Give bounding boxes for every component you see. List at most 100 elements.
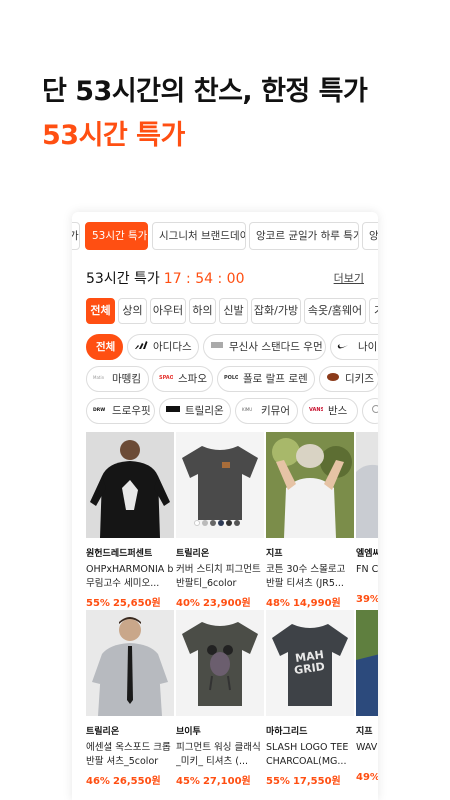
brand-chip-spao[interactable]: SPAO 스파오	[152, 366, 213, 392]
product-price: 48% 14,990원	[266, 594, 354, 609]
brand-chip-label: 전체	[96, 341, 116, 353]
product-card[interactable]: 트릴리온 에센셜 옥스포드 크롭 반팔 셔츠_5color 46% 26,550원	[86, 610, 174, 787]
countdown-timer: 17 : 54 : 00	[163, 271, 245, 287]
category-all[interactable]: 전체	[86, 298, 115, 324]
brand-chip-dickies[interactable]: 디키즈	[319, 366, 378, 392]
category-goods-bags[interactable]: 잡화/가방	[251, 298, 301, 324]
category-bottoms[interactable]: 하의	[189, 298, 216, 324]
product-name: SLASH LOGO TEE CHARCOAL(MG...	[266, 742, 349, 767]
product-name: OHPxHARMONIA b무림고수 세미오...	[86, 564, 174, 589]
svg-text:SPAO: SPAO	[159, 375, 173, 381]
brand-chip-kimuore[interactable]: KIMU 키뮤어	[235, 398, 298, 424]
product-discount: 40%	[176, 598, 200, 609]
product-sale-price: 14,990원	[292, 598, 341, 609]
brand-chip-all[interactable]: 전체	[86, 334, 123, 360]
product-brand: 엘엠씨	[356, 549, 378, 559]
product-name: FN C TEE	[356, 564, 378, 575]
vans-logo-icon: VANS	[309, 399, 325, 423]
brand-chip-label: 폴로 랄프 로렌	[243, 373, 308, 385]
event-tabs: 가 53시간 특가 시그니처 브랜드데이 앙코르 균일가 하루 특가 앙	[72, 222, 378, 250]
brand-chip-label: 마뗑킴	[112, 373, 141, 385]
product-name: WAV	[356, 742, 378, 753]
product-image[interactable]	[86, 610, 174, 716]
brand-chip-trillion[interactable]: 트릴리온	[159, 398, 231, 424]
category-underwear[interactable]: 속옷/홈웨어	[304, 298, 366, 324]
product-price: 46% 26,550원	[86, 772, 174, 787]
product-brand: 원헌드레드퍼센트	[86, 549, 153, 559]
swatch-navy[interactable]	[218, 520, 224, 526]
brand-logo-icon	[369, 399, 378, 423]
brand-chip-adidas[interactable]: 아디다스	[127, 334, 199, 360]
svg-text:KIMU: KIMU	[242, 407, 252, 412]
product-card[interactable]: 브이투 피그먼트 워싱 클래식 _미키_ 티셔츠 (... 45% 27,100원	[176, 610, 264, 787]
brand-chip-vans[interactable]: VANS 반스	[302, 398, 358, 424]
brand-chip-label: 아디다스	[153, 341, 192, 353]
swatch-dark[interactable]	[234, 520, 240, 526]
tab-next[interactable]: 앙	[362, 222, 378, 250]
product-name: 피그먼트 워싱 클래식 _미키_ 티셔츠 (...	[176, 742, 261, 767]
product-price: 39%	[356, 594, 378, 605]
tab-signature-brand-day[interactable]: 시그니처 브랜드데이	[152, 222, 246, 250]
category-more[interactable]: 기	[369, 298, 378, 324]
product-price: 45% 27,100원	[176, 772, 264, 787]
swatch-gray[interactable]	[202, 520, 208, 526]
dickies-logo-icon	[326, 367, 340, 391]
svg-text:Matin: Matin	[93, 375, 105, 380]
tab-53-hour-deal[interactable]: 53시간 특가	[85, 222, 148, 250]
brand-chip-more[interactable]	[362, 398, 378, 424]
app-screen: 가 53시간 특가 시그니처 브랜드데이 앙코르 균일가 하루 특가 앙 53시…	[72, 212, 378, 800]
section-title: 53시간 특가 17 : 54 : 00	[86, 268, 244, 288]
product-card[interactable]: 원헌드레드퍼센트 OHPxHARMONIA b무림고수 세미오... 55% 25…	[86, 432, 174, 609]
product-name: 커버 스티치 피그먼트 반팔티_6color	[176, 564, 261, 589]
swatch-charcoal[interactable]	[210, 520, 216, 526]
product-image[interactable]	[176, 432, 264, 538]
brand-chip-drawfit[interactable]: DRW 드로우핏	[86, 398, 155, 424]
color-swatches[interactable]	[194, 511, 242, 530]
swatch-white[interactable]	[194, 520, 200, 526]
product-card[interactable]: 지프 코튼 30수 스몰로고 반팔 티셔츠 (JR5... 48% 14,990원	[266, 432, 354, 609]
musinsa-logo-icon	[210, 335, 224, 359]
hero-subtitle: 53시간 특가	[42, 120, 185, 151]
brand-chip-nike[interactable]: 나이키	[330, 334, 378, 360]
product-image[interactable]	[86, 432, 174, 538]
product-sale-price: 26,550원	[112, 776, 161, 787]
product-name: 코튼 30수 스몰로고 반팔 티셔츠 (JR5...	[266, 564, 346, 589]
more-link[interactable]: 더보기	[334, 270, 364, 286]
product-brand: 지프	[266, 549, 283, 559]
category-tops[interactable]: 상의	[118, 298, 147, 324]
brand-chip-label: 반스	[328, 405, 348, 417]
brand-chip-label: 스파오	[178, 373, 207, 385]
product-card[interactable]: 트릴리온 커버 스티치 피그먼트 반팔티_6color 40% 23,900원	[176, 432, 264, 609]
product-card[interactable]: 지프 WAV 49%	[356, 610, 378, 783]
product-image[interactable]	[356, 432, 378, 538]
product-discount: 39%	[356, 594, 378, 605]
product-price: 55% 17,550원	[266, 772, 354, 787]
product-brand: 트릴리온	[86, 727, 120, 737]
brand-chip-matin-kim[interactable]: Matin 마뗑킴	[86, 366, 149, 392]
product-sale-price: 27,100원	[202, 776, 251, 787]
brand-chip-label: 나이키	[358, 341, 378, 353]
product-card[interactable]: MAH GRID 마하그리드 SLASH LOGO TEE CHARCOAL(M…	[266, 610, 354, 787]
product-name: 에센셜 옥스포드 크롭 반팔 셔츠_5color	[86, 742, 171, 767]
matin-kim-logo-icon: Matin	[93, 367, 107, 391]
brand-chip-musinsa-standard-woman[interactable]: 무신사 스탠다드 우먼	[203, 334, 326, 360]
category-shoes[interactable]: 신발	[219, 298, 248, 324]
product-image[interactable]: MAH GRID	[266, 610, 354, 716]
product-image[interactable]	[176, 610, 264, 716]
product-image[interactable]	[266, 432, 354, 538]
product-sale-price: 25,650원	[112, 598, 161, 609]
tab-previous[interactable]: 가	[72, 222, 80, 250]
product-image[interactable]	[356, 610, 378, 716]
product-price: 55% 25,650원	[86, 594, 174, 609]
hero-banner: 단 53시간의 찬스, 한정 특가 53시간 특가	[42, 74, 368, 154]
brand-chip-label: 키뮤어	[261, 405, 290, 417]
product-card[interactable]: 엘엠씨 FN C TEE 39%	[356, 432, 378, 605]
category-outer[interactable]: 아우터	[150, 298, 186, 324]
swatch-black[interactable]	[226, 520, 232, 526]
hero-title: 단 53시간의 찬스, 한정 특가	[42, 76, 368, 107]
brand-chip-polo-ralph-lauren[interactable]: POLO 폴로 랄프 로렌	[217, 366, 315, 392]
tab-encore-flat-price[interactable]: 앙코르 균일가 하루 특가	[249, 222, 359, 250]
kimuore-logo-icon: KIMU	[242, 399, 256, 423]
product-discount: 48%	[266, 598, 290, 609]
adidas-logo-icon	[134, 335, 148, 359]
